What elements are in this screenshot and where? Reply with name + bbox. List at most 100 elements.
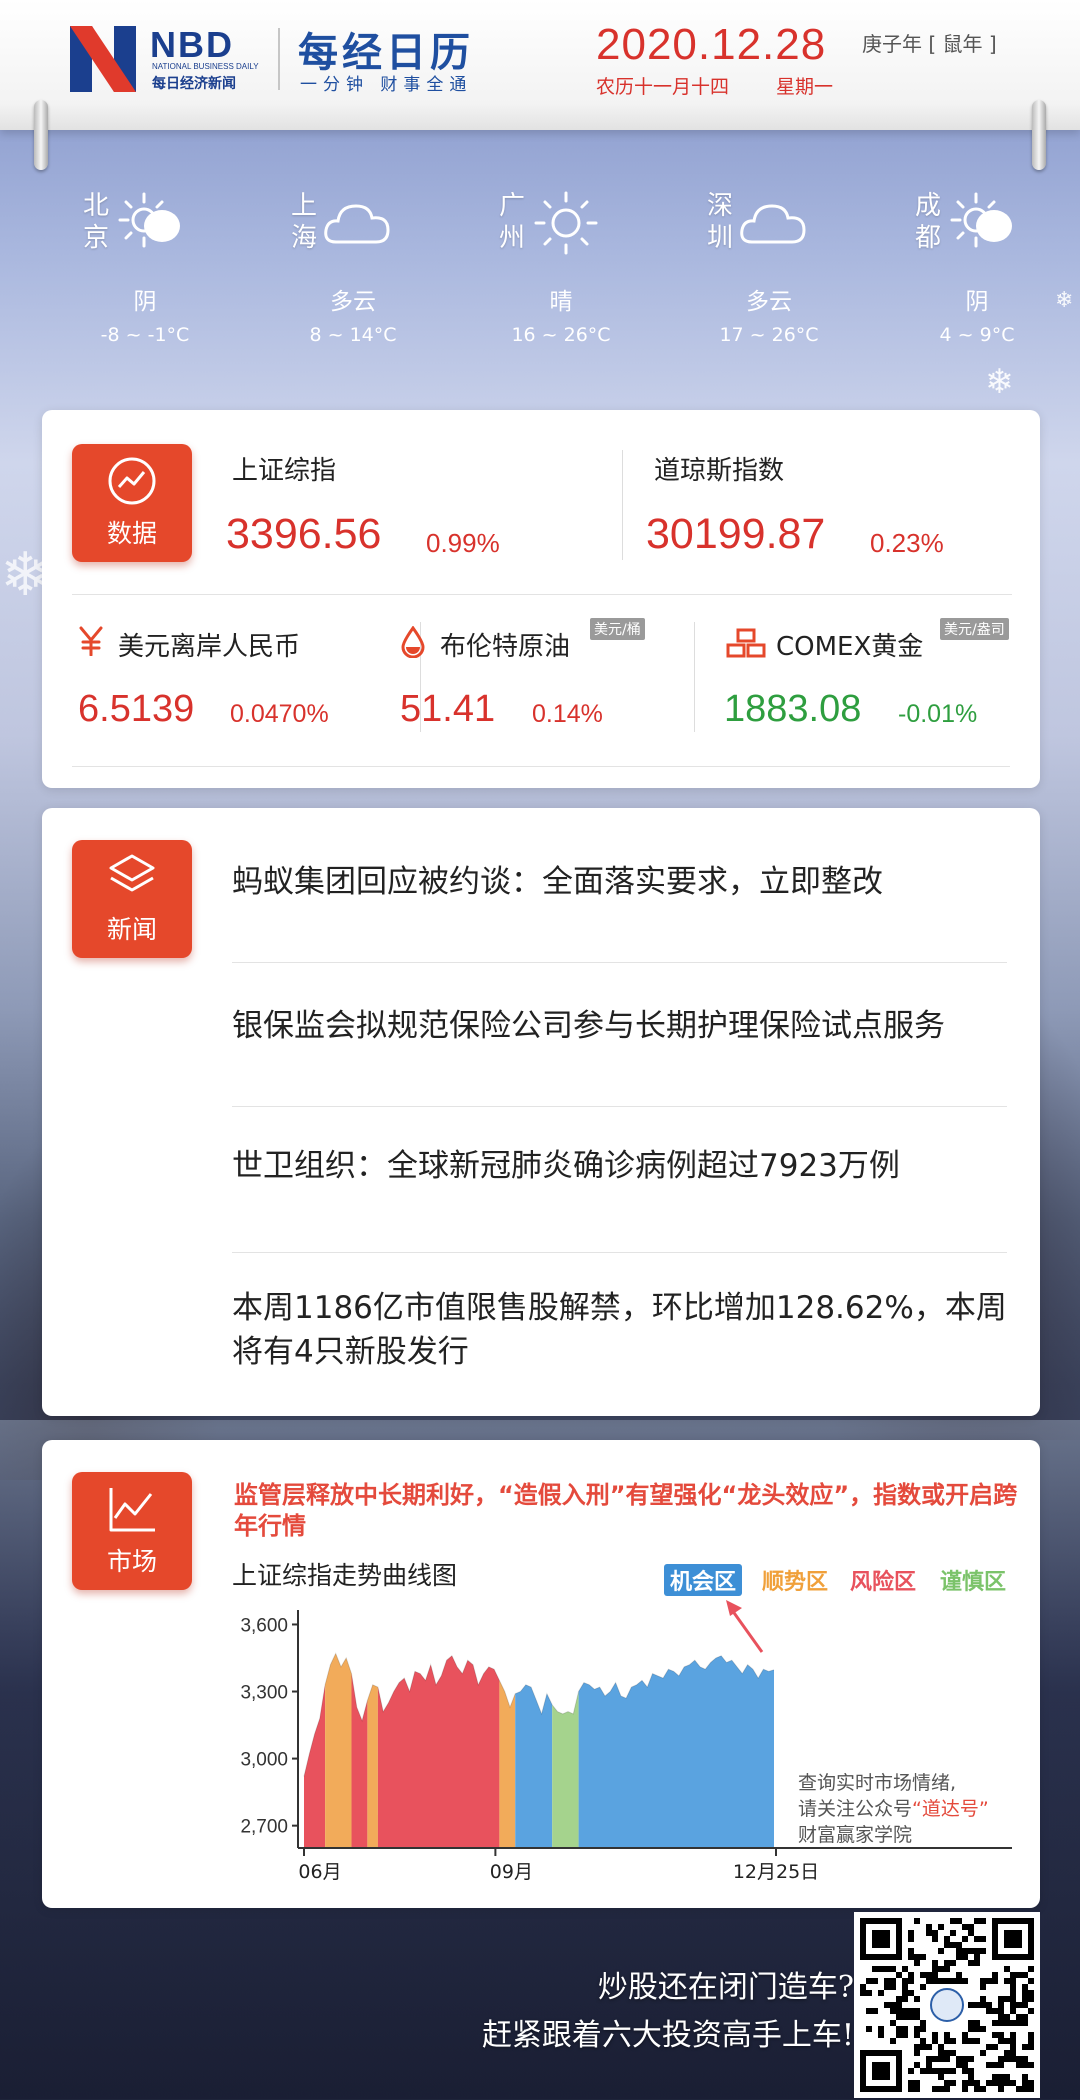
yuan-icon xyxy=(79,626,103,656)
qr-module xyxy=(920,1972,926,1978)
weather-desc: 阴 xyxy=(133,289,157,315)
qr-module xyxy=(944,2038,950,2044)
qr-module xyxy=(1004,1996,1010,2002)
qr-module xyxy=(974,2020,980,2026)
note-text: 请关注公众号 xyxy=(798,1798,913,1820)
qr-module xyxy=(980,1918,986,1924)
qr-module xyxy=(872,1966,878,1972)
chart-x-tick-label: 06月 xyxy=(298,1861,341,1883)
qr-module xyxy=(962,2056,968,2062)
qr-module xyxy=(968,2080,974,2086)
gold-unit-tag: 美元/盎司 xyxy=(940,618,1009,640)
qr-module xyxy=(980,2002,986,2008)
qr-module xyxy=(1022,1984,1028,1990)
qr-module xyxy=(902,2026,908,2032)
qr-module xyxy=(998,2032,1004,2038)
qr-module xyxy=(932,2038,938,2044)
news-item[interactable]: 蚂蚁集团回应被约谈：全面落实要求，立即整改 xyxy=(232,860,1022,904)
qr-module xyxy=(974,2026,980,2032)
news-item[interactable]: 本周1186亿市值限售股解禁，环比增加128.62%，本周将有4只新股发行 xyxy=(232,1286,1022,1374)
qr-module xyxy=(968,2026,974,2032)
qr-module xyxy=(992,2062,998,2068)
qr-module xyxy=(992,2008,998,2014)
qr-module xyxy=(980,1948,986,1954)
qr-module xyxy=(938,2068,944,2074)
qr-module xyxy=(938,2056,944,2062)
weather-temp: -8 ~ -1°C xyxy=(100,324,190,346)
qr-module xyxy=(944,1978,950,1984)
calendar-slogan: 一分钟 财事全通 xyxy=(300,75,473,95)
qr-module xyxy=(992,1978,998,1984)
qr-module xyxy=(938,2050,944,2056)
qr-module xyxy=(986,2080,992,2086)
qr-module xyxy=(914,2050,920,2056)
qr-module xyxy=(968,2056,974,2062)
qr-module xyxy=(1010,2008,1016,2014)
news-item[interactable]: 世卫组织：全球新冠肺炎确诊病例超过7923万例 xyxy=(232,1144,1022,1188)
qr-avatar-icon xyxy=(930,1988,964,2022)
qr-module xyxy=(1010,1996,1016,2002)
qr-module xyxy=(896,2008,902,2014)
qr-module xyxy=(1028,2044,1034,2050)
weather-shenzhen: 深圳 多云 17 ~ 26°C xyxy=(704,190,904,370)
qr-module xyxy=(926,2044,932,2050)
qr-module xyxy=(974,2038,980,2044)
trend-circle-icon xyxy=(108,457,156,505)
divider xyxy=(232,962,1007,963)
qr-module xyxy=(932,1966,938,1972)
qr-module xyxy=(932,1972,938,1978)
qr-module xyxy=(1022,2044,1028,2050)
pointer-arrow xyxy=(730,1609,764,1653)
news-item[interactable]: 银保监会拟规范保险公司参与长期护理保险试点服务 xyxy=(232,1004,1022,1048)
sh-index-value: 3396.56 xyxy=(226,510,382,558)
qr-module xyxy=(950,1918,956,1924)
qr-module xyxy=(1022,2080,1028,2086)
qr-module xyxy=(1028,2086,1034,2092)
qr-module xyxy=(908,2086,914,2092)
qr-module xyxy=(998,2020,1004,2026)
gold-name: COMEX黄金 xyxy=(776,632,924,662)
qr-module xyxy=(1028,1966,1034,1972)
qr-module xyxy=(1004,2080,1010,2086)
qr-module xyxy=(872,2062,890,2080)
qr-module xyxy=(1016,2062,1022,2068)
qr-module xyxy=(968,2038,974,2044)
qr-module xyxy=(902,2032,908,2038)
sh-index-pct: 0.99% xyxy=(426,528,500,558)
gold-pct: -0.01% xyxy=(898,700,978,728)
brent-pct: 0.14% xyxy=(532,700,603,728)
qr-module xyxy=(914,2008,920,2014)
qr-module xyxy=(926,1930,932,1936)
market-card: 市场 监管层释放中长期利好，“造假入刑”有望强化“龙头效应”，指数或开启跨年行情… xyxy=(42,1440,1040,1908)
qr-module xyxy=(914,2044,920,2050)
qr-module xyxy=(992,2080,998,2086)
chart-zone-area xyxy=(499,1680,516,1848)
qr-module xyxy=(1016,1972,1022,1978)
weather-city: 上海 xyxy=(290,191,317,253)
calendar-header: NBD NATIONAL BUSINESS DAILY 每日经济新闻 每经日历 … xyxy=(0,0,1080,130)
qr-module xyxy=(974,2086,980,2092)
qr-module xyxy=(866,1990,872,1996)
qr-module xyxy=(932,1936,938,1942)
chart-zone-area xyxy=(351,1673,368,1848)
chart-zone-area xyxy=(578,1655,774,1848)
qr-module xyxy=(902,2008,908,2014)
qr-module xyxy=(968,1924,974,1930)
qr-module xyxy=(962,2068,968,2074)
header-divider xyxy=(278,28,280,90)
weather-desc: 多云 xyxy=(330,289,376,315)
qr-module xyxy=(998,1996,1004,2002)
badge-label: 新闻 xyxy=(106,915,157,944)
chart-zone-area xyxy=(552,1691,579,1848)
qr-code-icon[interactable] xyxy=(854,1912,1040,2098)
qr-module xyxy=(1004,2050,1010,2056)
qr-module xyxy=(860,1990,866,1996)
chart-y-tick-label: 2,700 xyxy=(240,1817,288,1838)
qr-module xyxy=(908,2068,914,2074)
qr-module xyxy=(1022,2062,1028,2068)
qr-module xyxy=(1028,1996,1034,2002)
footer-line-2: 赶紧跟着六大投资高手上车! xyxy=(481,2018,854,2053)
qr-module xyxy=(1010,2002,1016,2008)
qr-module xyxy=(956,1918,962,1924)
qr-module xyxy=(920,2020,926,2026)
